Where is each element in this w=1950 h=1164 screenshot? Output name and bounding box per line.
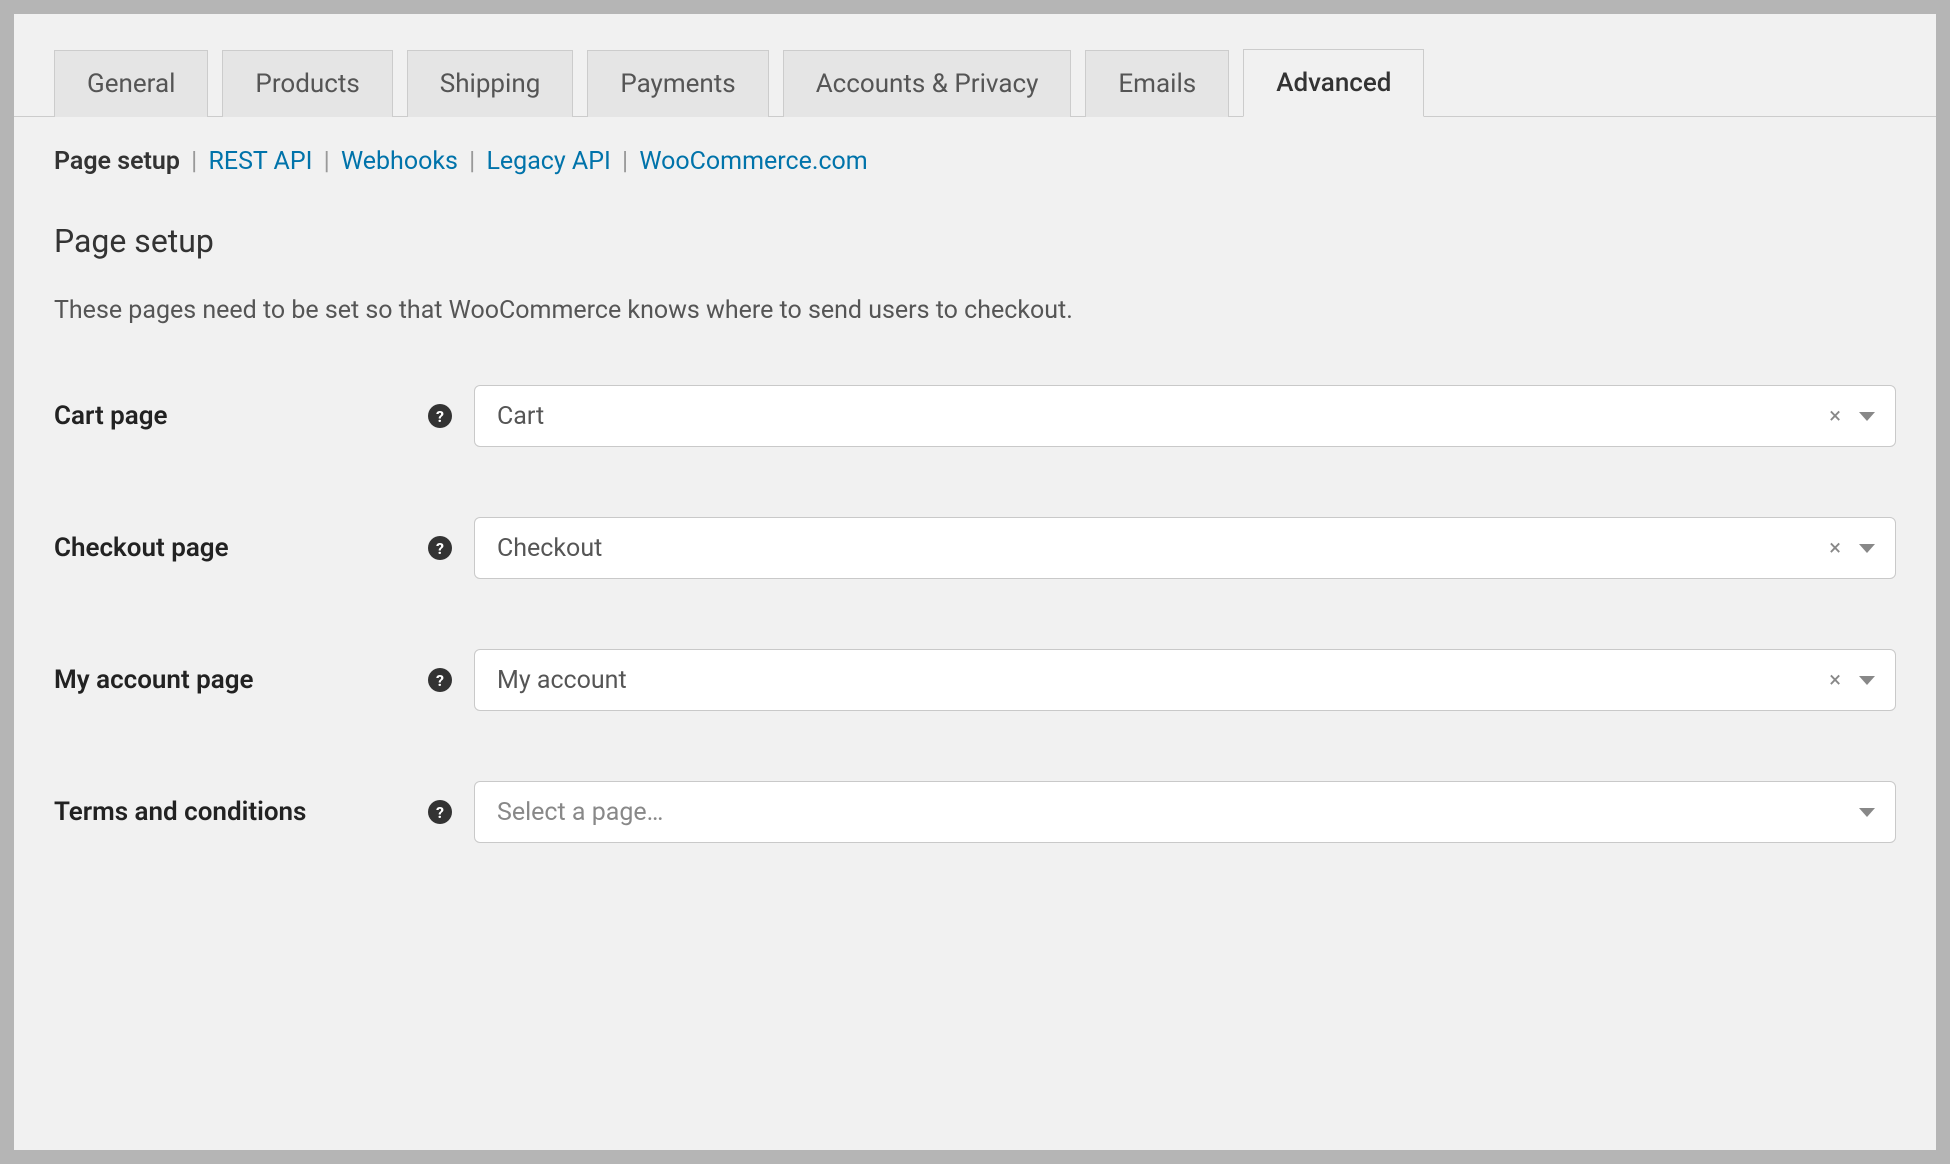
tab-content: Page setup | REST API | Webhooks | Legac…: [14, 117, 1936, 913]
help-icon[interactable]: ?: [428, 404, 452, 428]
field-row-terms-and-conditions: Terms and conditions ? Select a page…: [54, 781, 1896, 843]
clear-icon[interactable]: ×: [1829, 668, 1841, 693]
chevron-down-icon: [1859, 544, 1875, 553]
my-account-page-select[interactable]: My account ×: [474, 649, 1896, 711]
field-row-checkout-page: Checkout page ? Checkout ×: [54, 517, 1896, 579]
tab-products[interactable]: Products: [222, 50, 392, 117]
section-description: These pages need to be set so that WooCo…: [54, 296, 1896, 325]
tab-shipping[interactable]: Shipping: [407, 50, 574, 117]
advanced-subnav: Page setup | REST API | Webhooks | Legac…: [54, 147, 1896, 176]
subnav-link-legacy-api[interactable]: Legacy API: [486, 147, 610, 176]
field-label-my-account-page: My account page ?: [54, 665, 474, 695]
help-icon[interactable]: ?: [428, 668, 452, 692]
tab-payments[interactable]: Payments: [587, 50, 768, 117]
field-row-my-account-page: My account page ? My account ×: [54, 649, 1896, 711]
tab-advanced[interactable]: Advanced: [1243, 49, 1424, 117]
subnav-link-webhooks[interactable]: Webhooks: [341, 147, 458, 176]
help-icon[interactable]: ?: [428, 536, 452, 560]
subnav-current: Page setup: [54, 147, 180, 176]
chevron-down-icon: [1859, 412, 1875, 421]
select-value: Cart: [497, 402, 544, 431]
field-label-checkout-page: Checkout page ?: [54, 533, 474, 563]
help-icon[interactable]: ?: [428, 800, 452, 824]
field-control-terms-and-conditions: Select a page…: [474, 781, 1896, 843]
field-label-terms-and-conditions: Terms and conditions ?: [54, 797, 474, 827]
subnav-link-woocommerce-com[interactable]: WooCommerce.com: [639, 147, 867, 176]
chevron-down-icon: [1859, 808, 1875, 817]
clear-icon[interactable]: ×: [1829, 536, 1841, 561]
field-control-checkout-page: Checkout ×: [474, 517, 1896, 579]
tab-emails[interactable]: Emails: [1085, 50, 1229, 117]
field-label-text: Checkout page: [54, 533, 229, 563]
select-placeholder: Select a page…: [497, 798, 663, 827]
field-label-text: My account page: [54, 665, 254, 695]
subnav-link-rest-api[interactable]: REST API: [208, 147, 312, 176]
terms-and-conditions-select[interactable]: Select a page…: [474, 781, 1896, 843]
settings-panel: General Products Shipping Payments Accou…: [14, 14, 1936, 1150]
select-value: My account: [497, 666, 627, 695]
clear-icon[interactable]: ×: [1829, 404, 1841, 429]
field-control-my-account-page: My account ×: [474, 649, 1896, 711]
cart-page-select[interactable]: Cart ×: [474, 385, 1896, 447]
settings-tabs: General Products Shipping Payments Accou…: [14, 14, 1936, 117]
section-title: Page setup: [54, 222, 1896, 260]
field-label-text: Terms and conditions: [54, 797, 306, 827]
field-control-cart-page: Cart ×: [474, 385, 1896, 447]
tab-accounts-privacy[interactable]: Accounts & Privacy: [783, 50, 1072, 117]
field-label-cart-page: Cart page ?: [54, 401, 474, 431]
chevron-down-icon: [1859, 676, 1875, 685]
field-label-text: Cart page: [54, 401, 168, 431]
select-value: Checkout: [497, 534, 602, 563]
tab-general[interactable]: General: [54, 50, 208, 117]
field-row-cart-page: Cart page ? Cart ×: [54, 385, 1896, 447]
checkout-page-select[interactable]: Checkout ×: [474, 517, 1896, 579]
